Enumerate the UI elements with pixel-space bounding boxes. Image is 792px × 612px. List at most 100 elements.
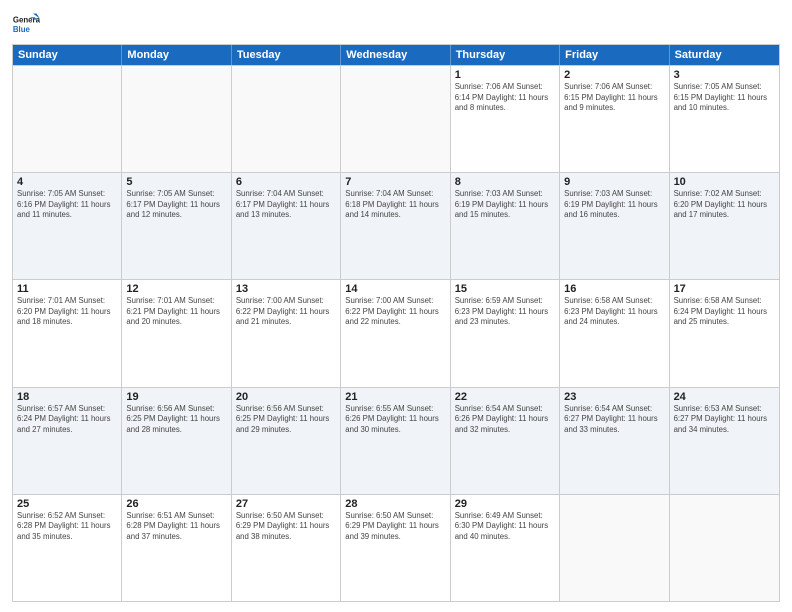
day-cell-20: 20Sunrise: 6:56 AM Sunset: 6:25 PM Dayli… (232, 388, 341, 494)
day-cell-17: 17Sunrise: 6:58 AM Sunset: 6:24 PM Dayli… (670, 280, 779, 386)
empty-cell (232, 66, 341, 172)
day-number: 23 (564, 391, 664, 403)
day-number: 4 (17, 176, 117, 188)
day-number: 11 (17, 283, 117, 295)
day-number: 19 (126, 391, 226, 403)
empty-cell (670, 495, 779, 601)
day-cell-27: 27Sunrise: 6:50 AM Sunset: 6:29 PM Dayli… (232, 495, 341, 601)
day-cell-5: 5Sunrise: 7:05 AM Sunset: 6:17 PM Daylig… (122, 173, 231, 279)
day-number: 13 (236, 283, 336, 295)
day-info: Sunrise: 6:54 AM Sunset: 6:27 PM Dayligh… (564, 404, 664, 436)
day-info: Sunrise: 6:52 AM Sunset: 6:28 PM Dayligh… (17, 511, 117, 543)
day-cell-19: 19Sunrise: 6:56 AM Sunset: 6:25 PM Dayli… (122, 388, 231, 494)
day-cell-28: 28Sunrise: 6:50 AM Sunset: 6:29 PM Dayli… (341, 495, 450, 601)
calendar-row: 4Sunrise: 7:05 AM Sunset: 6:16 PM Daylig… (13, 172, 779, 279)
day-info: Sunrise: 6:54 AM Sunset: 6:26 PM Dayligh… (455, 404, 555, 436)
day-info: Sunrise: 7:05 AM Sunset: 6:15 PM Dayligh… (674, 82, 775, 114)
day-info: Sunrise: 7:04 AM Sunset: 6:18 PM Dayligh… (345, 189, 445, 221)
logo: General Blue (12, 10, 44, 38)
day-info: Sunrise: 6:53 AM Sunset: 6:27 PM Dayligh… (674, 404, 775, 436)
day-number: 29 (455, 498, 555, 510)
day-number: 26 (126, 498, 226, 510)
day-number: 27 (236, 498, 336, 510)
day-cell-12: 12Sunrise: 7:01 AM Sunset: 6:21 PM Dayli… (122, 280, 231, 386)
day-cell-15: 15Sunrise: 6:59 AM Sunset: 6:23 PM Dayli… (451, 280, 560, 386)
day-cell-9: 9Sunrise: 7:03 AM Sunset: 6:19 PM Daylig… (560, 173, 669, 279)
day-info: Sunrise: 6:50 AM Sunset: 6:29 PM Dayligh… (236, 511, 336, 543)
day-info: Sunrise: 7:03 AM Sunset: 6:19 PM Dayligh… (455, 189, 555, 221)
calendar-row: 25Sunrise: 6:52 AM Sunset: 6:28 PM Dayli… (13, 494, 779, 601)
day-cell-1: 1Sunrise: 7:06 AM Sunset: 6:14 PM Daylig… (451, 66, 560, 172)
day-cell-24: 24Sunrise: 6:53 AM Sunset: 6:27 PM Dayli… (670, 388, 779, 494)
day-info: Sunrise: 6:56 AM Sunset: 6:25 PM Dayligh… (236, 404, 336, 436)
day-cell-16: 16Sunrise: 6:58 AM Sunset: 6:23 PM Dayli… (560, 280, 669, 386)
day-number: 10 (674, 176, 775, 188)
day-info: Sunrise: 7:02 AM Sunset: 6:20 PM Dayligh… (674, 189, 775, 221)
day-number: 21 (345, 391, 445, 403)
empty-cell (560, 495, 669, 601)
calendar-body: 1Sunrise: 7:06 AM Sunset: 6:14 PM Daylig… (13, 65, 779, 601)
calendar-row: 18Sunrise: 6:57 AM Sunset: 6:24 PM Dayli… (13, 387, 779, 494)
day-info: Sunrise: 7:03 AM Sunset: 6:19 PM Dayligh… (564, 189, 664, 221)
day-number: 7 (345, 176, 445, 188)
day-header-thursday: Thursday (451, 45, 560, 65)
day-cell-23: 23Sunrise: 6:54 AM Sunset: 6:27 PM Dayli… (560, 388, 669, 494)
day-cell-7: 7Sunrise: 7:04 AM Sunset: 6:18 PM Daylig… (341, 173, 450, 279)
day-header-tuesday: Tuesday (232, 45, 341, 65)
day-number: 18 (17, 391, 117, 403)
day-info: Sunrise: 6:50 AM Sunset: 6:29 PM Dayligh… (345, 511, 445, 543)
day-cell-26: 26Sunrise: 6:51 AM Sunset: 6:28 PM Dayli… (122, 495, 231, 601)
day-number: 20 (236, 391, 336, 403)
day-cell-3: 3Sunrise: 7:05 AM Sunset: 6:15 PM Daylig… (670, 66, 779, 172)
day-header-friday: Friday (560, 45, 669, 65)
day-number: 12 (126, 283, 226, 295)
day-cell-13: 13Sunrise: 7:00 AM Sunset: 6:22 PM Dayli… (232, 280, 341, 386)
day-number: 15 (455, 283, 555, 295)
day-number: 17 (674, 283, 775, 295)
day-info: Sunrise: 6:57 AM Sunset: 6:24 PM Dayligh… (17, 404, 117, 436)
day-cell-25: 25Sunrise: 6:52 AM Sunset: 6:28 PM Dayli… (13, 495, 122, 601)
day-number: 2 (564, 69, 664, 81)
page: General Blue SundayMondayTuesdayWednesda… (0, 0, 792, 612)
day-info: Sunrise: 6:58 AM Sunset: 6:23 PM Dayligh… (564, 296, 664, 328)
day-header-wednesday: Wednesday (341, 45, 450, 65)
day-cell-4: 4Sunrise: 7:05 AM Sunset: 6:16 PM Daylig… (13, 173, 122, 279)
day-info: Sunrise: 6:51 AM Sunset: 6:28 PM Dayligh… (126, 511, 226, 543)
empty-cell (13, 66, 122, 172)
logo-icon: General Blue (12, 10, 40, 38)
day-number: 14 (345, 283, 445, 295)
day-header-sunday: Sunday (13, 45, 122, 65)
day-number: 3 (674, 69, 775, 81)
header: General Blue (12, 10, 780, 38)
day-number: 6 (236, 176, 336, 188)
day-info: Sunrise: 7:04 AM Sunset: 6:17 PM Dayligh… (236, 189, 336, 221)
day-number: 25 (17, 498, 117, 510)
empty-cell (122, 66, 231, 172)
calendar-row: 11Sunrise: 7:01 AM Sunset: 6:20 PM Dayli… (13, 279, 779, 386)
day-number: 28 (345, 498, 445, 510)
day-number: 9 (564, 176, 664, 188)
day-cell-10: 10Sunrise: 7:02 AM Sunset: 6:20 PM Dayli… (670, 173, 779, 279)
empty-cell (341, 66, 450, 172)
day-number: 5 (126, 176, 226, 188)
day-info: Sunrise: 7:06 AM Sunset: 6:15 PM Dayligh… (564, 82, 664, 114)
day-number: 22 (455, 391, 555, 403)
day-info: Sunrise: 7:00 AM Sunset: 6:22 PM Dayligh… (236, 296, 336, 328)
day-cell-6: 6Sunrise: 7:04 AM Sunset: 6:17 PM Daylig… (232, 173, 341, 279)
day-cell-8: 8Sunrise: 7:03 AM Sunset: 6:19 PM Daylig… (451, 173, 560, 279)
day-number: 8 (455, 176, 555, 188)
day-number: 1 (455, 69, 555, 81)
svg-text:Blue: Blue (13, 25, 31, 34)
day-number: 16 (564, 283, 664, 295)
day-cell-29: 29Sunrise: 6:49 AM Sunset: 6:30 PM Dayli… (451, 495, 560, 601)
calendar: SundayMondayTuesdayWednesdayThursdayFrid… (12, 44, 780, 602)
day-info: Sunrise: 7:05 AM Sunset: 6:17 PM Dayligh… (126, 189, 226, 221)
day-info: Sunrise: 6:49 AM Sunset: 6:30 PM Dayligh… (455, 511, 555, 543)
day-info: Sunrise: 6:59 AM Sunset: 6:23 PM Dayligh… (455, 296, 555, 328)
day-cell-18: 18Sunrise: 6:57 AM Sunset: 6:24 PM Dayli… (13, 388, 122, 494)
day-cell-2: 2Sunrise: 7:06 AM Sunset: 6:15 PM Daylig… (560, 66, 669, 172)
day-info: Sunrise: 7:01 AM Sunset: 6:20 PM Dayligh… (17, 296, 117, 328)
day-cell-14: 14Sunrise: 7:00 AM Sunset: 6:22 PM Dayli… (341, 280, 450, 386)
day-info: Sunrise: 6:56 AM Sunset: 6:25 PM Dayligh… (126, 404, 226, 436)
day-cell-11: 11Sunrise: 7:01 AM Sunset: 6:20 PM Dayli… (13, 280, 122, 386)
